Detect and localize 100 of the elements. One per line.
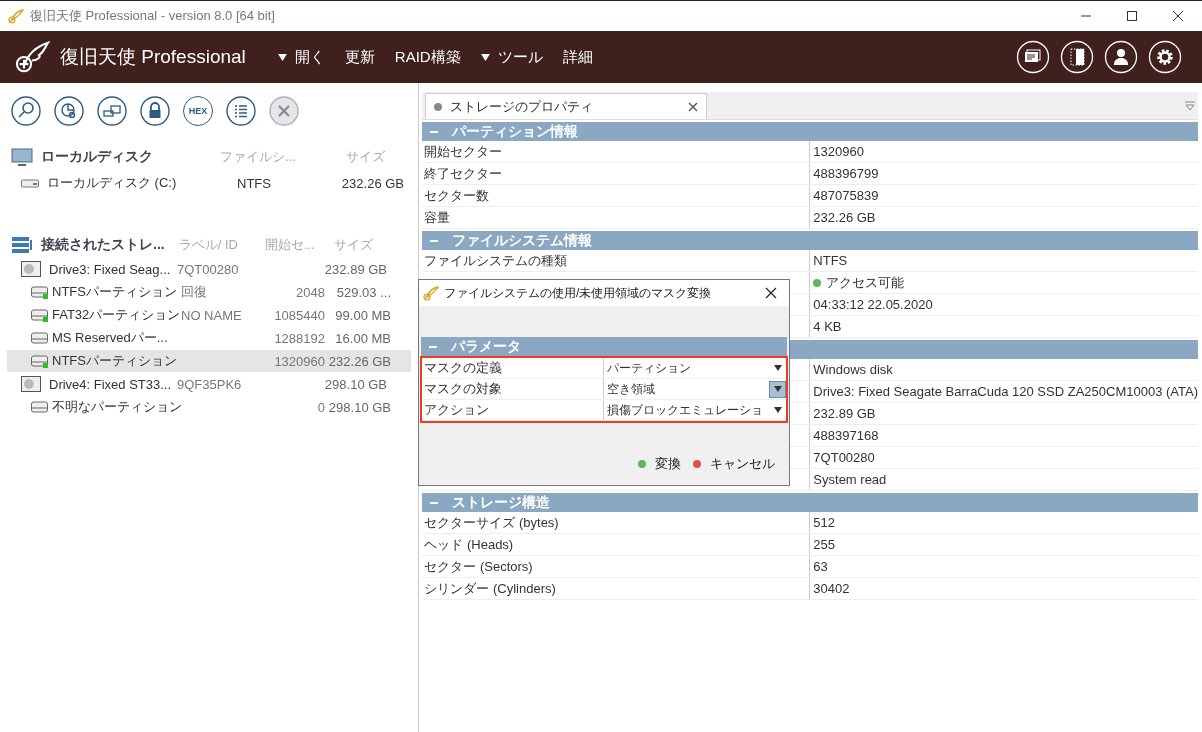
partition-name: 不明なパーティション: [52, 398, 181, 416]
menu-item[interactable]: ツール: [480, 47, 543, 67]
menu-item[interactable]: 詳細: [562, 47, 593, 67]
close-icon[interactable]: [765, 287, 777, 299]
property-value: 255: [813, 537, 836, 552]
disk-row[interactable]: ローカルディスク (C:) NTFS 232.26 GB: [7, 169, 412, 197]
section-title: パラメータ: [449, 337, 521, 356]
group-title: 接続されたストレ...: [41, 236, 165, 254]
group-title: ローカルディスク: [41, 148, 153, 166]
property-value: 7QT00280: [813, 450, 875, 465]
app-name: 復旧天使 Professional: [60, 45, 246, 69]
partition-label: NO NAME: [181, 307, 243, 323]
partition-row[interactable]: NTFSパーティション 回復 2048 529.03 ...: [7, 281, 412, 303]
close-icon[interactable]: [688, 101, 699, 112]
section-title: パーティション情報: [450, 122, 579, 141]
partition-name: MS Reservedパー...: [52, 329, 169, 347]
property-value: Drive3: Fixed Seagate BarraCuda 120 SSD ZA250CM10003 (ATA): [813, 384, 1198, 399]
property-label: セクター数: [424, 186, 490, 205]
start-sector: 1320960: [273, 353, 325, 369]
parameter-dropdown[interactable]: 損傷ブロックエミュレーショ: [604, 400, 786, 420]
menu-item[interactable]: RAID構築: [394, 47, 461, 67]
property-label: 容量: [424, 208, 451, 227]
caret-icon: [773, 365, 782, 371]
maximize-icon[interactable]: [1126, 10, 1138, 22]
monitor-icon: [11, 148, 33, 166]
drive-row[interactable]: Drive4: Fixed ST33... 9QF35PK6 298.10 GB: [7, 373, 412, 395]
partition-icon: [31, 331, 49, 345]
parameter-dropdown[interactable]: パーティション: [604, 358, 786, 378]
drive-id: 9QF35PK6: [177, 376, 243, 392]
user-icon[interactable]: [1104, 40, 1138, 74]
start-sector: 2048: [295, 284, 325, 300]
property-value: 488397168: [813, 428, 879, 443]
lock-icon[interactable]: [140, 96, 170, 126]
column-header: 開始セ...: [264, 236, 316, 254]
properties-tab[interactable]: ストレージのプロパティ: [425, 93, 708, 119]
partition-icon: [31, 400, 49, 414]
column-header: サイズ: [345, 148, 387, 166]
property-label: セクター (Sectors): [424, 557, 533, 576]
drive-id: 7QT00280: [177, 261, 240, 277]
property-label: ファイルシステムの種類: [424, 251, 568, 270]
panel-icon[interactable]: [1060, 40, 1094, 74]
drive-size: 232.89 GB: [323, 261, 387, 277]
property-value: 04:33:12 22.05.2020: [813, 297, 933, 312]
property-value: NTFS: [813, 253, 848, 268]
dialog-button[interactable]: キャンセル: [693, 455, 775, 473]
property-value: 30402: [813, 581, 850, 596]
dialog-button[interactable]: 変換: [638, 455, 681, 473]
property-value: 4 KB: [813, 319, 842, 334]
drives-icon[interactable]: [97, 96, 127, 126]
settings-icon[interactable]: [1148, 40, 1182, 74]
hex-button[interactable]: HEX: [183, 96, 213, 126]
partition-size: 529.03 ...: [335, 284, 391, 300]
search-icon[interactable]: [11, 96, 41, 126]
partition-name: NTFSパーティション: [52, 352, 178, 370]
partition-icon: [31, 308, 49, 322]
tab-label: ストレージのプロパティ: [450, 97, 594, 116]
partition-row[interactable]: FAT32パーティション NO NAME 1085440 99.00 MB: [7, 304, 412, 326]
dropdown-button[interactable]: [769, 380, 786, 398]
menu-item[interactable]: 更新: [344, 47, 375, 67]
drive-icon: [21, 177, 39, 189]
property-value: 512: [813, 515, 836, 530]
property-value: 232.89 GB: [813, 406, 876, 421]
drive-name: Drive3: Fixed Seag...: [49, 261, 172, 277]
parameter-dropdown[interactable]: 空き領域: [604, 379, 786, 399]
start-sector: 1085440: [273, 307, 325, 323]
dialog-title: ファイルシステムの使用/未使用領域のマスク変換: [444, 284, 712, 302]
column-header: サイズ: [332, 236, 373, 254]
property-label: セクターサイズ (bytes): [424, 513, 559, 532]
partition-icon: [31, 354, 49, 368]
list-icon[interactable]: [226, 96, 256, 126]
partition-size: 16.00 MB: [334, 330, 391, 346]
property-value: System read: [813, 472, 887, 487]
caret-icon: [773, 407, 782, 413]
file-system: NTFS: [237, 175, 272, 191]
property-value: Windows disk: [813, 362, 893, 377]
partition-row[interactable]: MS Reservedパー... 1288192 16.00 MB: [7, 327, 412, 349]
property-value: 63: [813, 559, 828, 574]
parameter-label: マスクの対象: [422, 379, 604, 399]
cards-icon[interactable]: [1016, 40, 1050, 74]
dropdown-icon[interactable]: [1184, 101, 1196, 111]
parameter-label: マスクの定義: [422, 358, 604, 378]
drive-name: Drive4: Fixed ST33...: [49, 376, 173, 392]
property-value: 487075839: [813, 188, 879, 203]
section-title: ファイルシステム情報: [451, 231, 593, 250]
partition-row[interactable]: 不明なパーティション 0 298.10 GB: [7, 396, 412, 418]
dot-icon: [434, 102, 443, 111]
column-header: ファイルシ...: [220, 148, 298, 166]
close-icon[interactable]: [1172, 10, 1184, 22]
drive-size: 298.10 GB: [323, 376, 387, 392]
drive-row[interactable]: Drive3: Fixed Seag... 7QT00280 232.89 GB: [7, 258, 412, 280]
caret-icon: [480, 53, 490, 61]
start-sector: 1288192: [273, 330, 325, 346]
partition-row[interactable]: NTFSパーティション 1320960 232.26 GB: [7, 350, 412, 372]
property-label: 開始セクター: [424, 142, 503, 161]
partition-name: NTFSパーティション: [52, 283, 178, 301]
caret-icon: [773, 386, 782, 392]
pie-chart-icon[interactable]: [54, 96, 84, 126]
menu-item[interactable]: 開く: [277, 47, 325, 67]
property-label: 終了セクター: [424, 164, 503, 183]
wing-icon: [8, 8, 24, 24]
